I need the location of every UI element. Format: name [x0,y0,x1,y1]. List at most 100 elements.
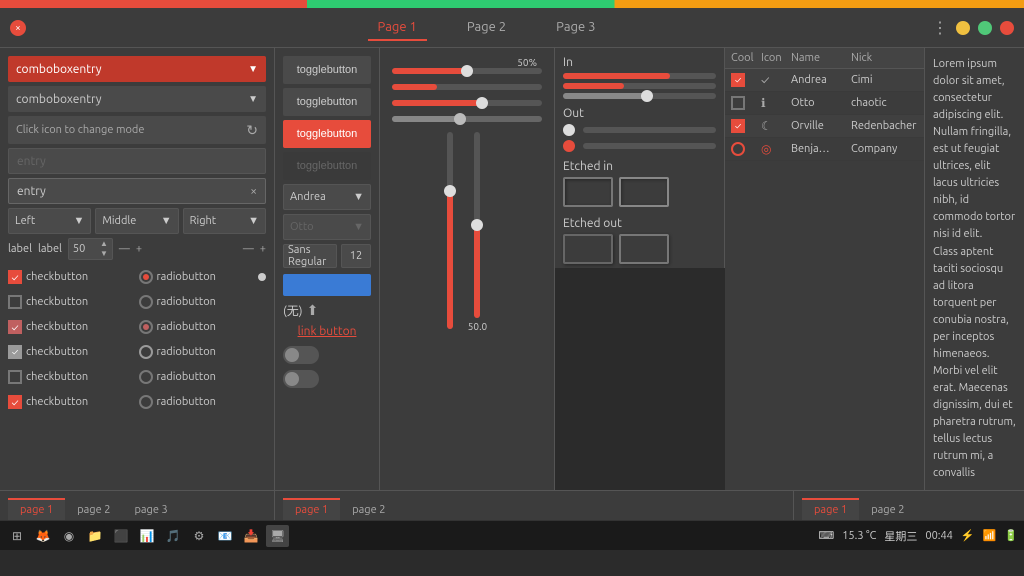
h-slider-thumb-3[interactable] [476,97,488,109]
tab-page1[interactable]: Page 1 [368,15,427,41]
tab-page2[interactable]: Page 2 [457,15,516,41]
dot-red-icon[interactable] [1000,21,1014,35]
check-item-4[interactable]: ✓ checkbutton [8,341,136,363]
spin-plus[interactable]: + [136,243,142,255]
col-right[interactable]: Right ▼ [183,208,266,234]
combobox-entry-2[interactable]: comboboxentry ▼ [8,86,266,112]
in-slider-track-1 [563,73,716,79]
radio-item-2[interactable]: radiobutton [139,291,267,313]
h-slider-4[interactable] [392,116,542,122]
col-middle[interactable]: Middle ▼ [95,208,178,234]
spin-value: 50 [73,243,85,255]
radiobutton-5-label: radiobutton [157,371,216,383]
link-button[interactable]: link button [283,325,371,338]
taskbar-email-icon[interactable]: 📧 [214,525,236,547]
taskbar-active-app[interactable]: 🖥 [266,525,289,547]
v-slider-thumb-1[interactable] [444,185,456,197]
bottom-tab-left-1[interactable]: page 1 [8,498,65,520]
taskbar-files-icon[interactable]: 📁 [84,525,106,547]
h-slider-3[interactable] [392,100,542,106]
dot-green-icon[interactable] [978,21,992,35]
menu-dots-icon[interactable]: ⋮ [932,18,948,37]
v-slider-thumb-2[interactable] [471,219,483,231]
v-slider-fill-2 [474,225,480,318]
tab-page3[interactable]: Page 3 [546,15,605,41]
bottom-tab-left-2[interactable]: page 2 [65,498,122,520]
check-item-3[interactable]: ✓ checkbutton [8,316,136,338]
radio-item-4[interactable]: radiobutton [139,341,267,363]
combo-andrea[interactable]: Andrea ▼ [283,184,371,210]
bottom-tab-right-2[interactable]: page 2 [859,498,916,520]
combo-andrea-arrow-icon: ▼ [353,191,364,203]
radio-item-6[interactable]: radiobutton [139,391,267,413]
table-row[interactable]: ✓ ✓ Andrea Cimi [725,69,924,92]
table-row[interactable]: ✓ ☾ Orville Redenbacher [725,115,924,138]
in-h-slider-3[interactable] [563,93,716,99]
v-slider-2[interactable]: 50.0 [468,132,487,332]
extra-plus: + [260,243,266,255]
bottom-tab-mid-1[interactable]: page 1 [283,498,340,520]
row4-icon: ◎ [761,142,791,156]
font-size-box[interactable]: 12 [341,244,371,268]
h-slider-1[interactable]: 50% [392,57,542,74]
entry-plain[interactable]: entry [8,148,266,174]
in-slider-thumb-3[interactable] [641,90,653,102]
check-item-6[interactable]: ✓ checkbutton [8,391,136,413]
h-slider-2[interactable] [392,84,542,90]
spinbox[interactable]: 50 ▲ ▼ [68,238,113,260]
radio-item-3[interactable]: radiobutton [139,316,267,338]
h-slider-thumb-1[interactable] [461,65,473,77]
spin-up-icon[interactable]: ▲ [100,239,108,249]
bottom-tab-right-1[interactable]: page 1 [802,498,859,520]
spin-down-icon[interactable]: ▼ [100,249,108,259]
taskbar-gear-icon[interactable]: ⚙ [188,525,210,547]
toggle-switch-1[interactable] [283,346,319,364]
combo-otto-value: Otto [290,221,314,233]
out-slider-row-2 [563,140,716,152]
close-button[interactable]: × [10,20,26,36]
h-slider-thumb-4[interactable] [454,113,466,125]
v-slider-track-1 [447,132,453,329]
togglebutton-1[interactable]: togglebutton [283,56,371,84]
in-h-slider-1[interactable] [563,73,716,79]
v-slider-fill-1 [447,191,453,329]
out-h-slider-1[interactable] [563,124,716,136]
check-item-5[interactable]: checkbutton [8,366,136,388]
combobox-entry-1[interactable]: comboboxentry ▼ [8,56,266,82]
radio-item-1[interactable]: radiobutton [139,266,267,288]
togglebutton-2[interactable]: togglebutton [283,88,371,116]
bottom-strip: page 1 page 2 page 3 page 1 page 2 page … [0,490,1024,520]
togglebutton-3[interactable]: togglebutton [283,120,371,148]
taskbar-inbox-icon[interactable]: 📥 [240,525,262,547]
taskbar-chrome-icon[interactable]: ◉ [58,525,80,547]
bottom-tab-mid-2[interactable]: page 2 [340,498,397,520]
refresh-icon[interactable]: ↻ [246,122,258,139]
font-name-box[interactable]: Sans Regular [283,244,337,268]
taskbar-grid-icon[interactable]: ⊞ [6,525,28,547]
out-h-slider-2[interactable] [563,140,716,152]
check-item-1[interactable]: ✓ checkbutton [8,266,136,288]
check-item-2[interactable]: checkbutton [8,291,136,313]
upload-icon[interactable]: ⬆ [307,302,319,319]
entry-with-clear[interactable]: entry × [8,178,266,204]
color-rect[interactable] [283,274,371,296]
taskbar-calc-icon[interactable]: 📊 [136,525,158,547]
taskbar-firefox-icon[interactable]: 🦊 [32,525,54,547]
col-left[interactable]: Left ▼ [8,208,91,234]
togglebutton-4[interactable]: togglebutton [283,152,371,180]
v-slider-1[interactable] [447,132,453,332]
toggle-switch-2[interactable] [283,370,319,388]
combo-otto[interactable]: Otto ▼ [283,214,371,240]
out-slider-track-1 [583,127,716,133]
table-row[interactable]: ◎ Benja… Company [725,138,924,161]
radio-item-5[interactable]: radiobutton [139,366,267,388]
taskbar-terminal-icon[interactable]: ⬛ [110,525,132,547]
taskbar-time: 00:44 [925,530,953,542]
dot-yellow-icon[interactable] [956,21,970,35]
table-row[interactable]: ℹ Otto chaotic [725,92,924,115]
clear-icon[interactable]: × [250,185,257,198]
taskbar-music-icon[interactable]: 🎵 [162,525,184,547]
bottom-tab-left-3[interactable]: page 3 [122,498,179,520]
in-h-slider-2[interactable] [563,83,716,89]
v-slider-track-2 [474,132,480,318]
